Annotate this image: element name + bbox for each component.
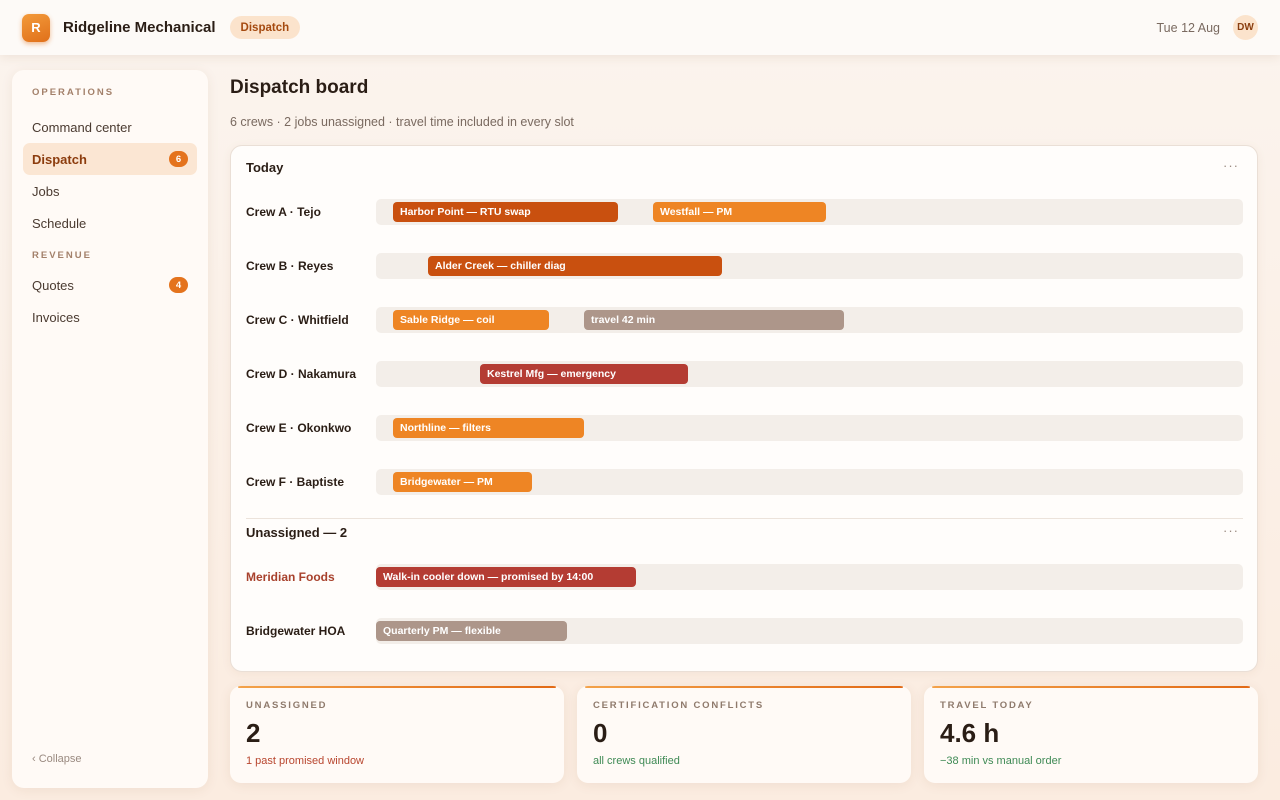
stat-card-unassigned: UNASSIGNED 2 1 past promised window xyxy=(230,686,564,783)
unassigned-row: Bridgewater HOA Quarterly PM — flexible xyxy=(231,618,1259,644)
crew-row: Crew F · Baptiste Bridgewater — PM xyxy=(231,469,1259,495)
crew-row: Crew E · Okonkwo Northline — filters xyxy=(231,415,1259,441)
job-block[interactable]: Alder Creek — chiller diag xyxy=(428,256,722,276)
page-subtitle: 6 crews · 2 jobs unassigned · travel tim… xyxy=(230,115,574,129)
client-name: Meridian Foods xyxy=(246,570,335,584)
stat-label: CERTIFICATION CONFLICTS xyxy=(593,700,765,711)
unassigned-row: Meridian Foods Walk-in cooler down — pro… xyxy=(231,564,1259,590)
stat-label: TRAVEL TODAY xyxy=(940,700,1034,711)
section-divider xyxy=(246,518,1243,519)
sidebar-item-schedule[interactable]: Schedule xyxy=(23,207,197,239)
crew-row: Crew D · Nakamura Kestrel Mfg — emergenc… xyxy=(231,361,1259,387)
user-avatar[interactable]: DW xyxy=(1233,15,1258,40)
sidebar-item-command-center[interactable]: Command center xyxy=(23,111,197,143)
dispatch-board: Today ··· Crew A · Tejo Harbor Point — R… xyxy=(230,145,1258,672)
crew-name: Crew D · Nakamura xyxy=(246,367,357,381)
today-heading: Today xyxy=(246,160,284,175)
top-bar: R Ridgeline Mechanical Dispatch Tue 12 A… xyxy=(0,0,1280,55)
job-block[interactable]: Sable Ridge — coil xyxy=(393,310,549,330)
today-more-icon[interactable]: ··· xyxy=(1223,158,1239,173)
crew-name: Crew E · Okonkwo xyxy=(246,421,352,435)
collapse-sidebar-button[interactable]: ‹ Collapse xyxy=(32,753,82,765)
crew-timeline: Northline — filters xyxy=(376,415,1243,441)
job-block[interactable]: Westfall — PM xyxy=(653,202,826,222)
stat-value: 0 xyxy=(593,718,608,748)
sidebar-section-revenue: REVENUE xyxy=(32,250,92,261)
unassigned-timeline: Walk-in cooler down — promised by 14:00 xyxy=(376,564,1243,590)
crew-name: Crew B · Reyes xyxy=(246,259,334,273)
app-logo[interactable]: R xyxy=(22,13,50,42)
crew-name: Crew C · Whitfield xyxy=(246,313,349,327)
client-name: Bridgewater HOA xyxy=(246,624,346,638)
current-date: Tue 12 Aug xyxy=(1156,20,1220,35)
stat-note: all crews qualified xyxy=(593,755,680,767)
sidebar-item-label: Dispatch xyxy=(32,151,87,167)
top-bar-right: Tue 12 Aug DW xyxy=(1157,15,1258,40)
job-block[interactable]: Quarterly PM — flexible xyxy=(376,621,567,641)
sidebar: OPERATIONS Command center Dispatch 6 Job… xyxy=(12,70,208,788)
app-title: Ridgeline Mechanical xyxy=(63,19,216,36)
crew-name: Crew A · Tejo xyxy=(246,205,321,219)
page-title: Dispatch board xyxy=(230,77,369,98)
sidebar-item-label: Quotes xyxy=(32,277,74,293)
stat-note: −38 min vs manual order xyxy=(940,755,1062,767)
job-block[interactable]: Walk-in cooler down — promised by 14:00 xyxy=(376,567,636,587)
sidebar-item-label: Invoices xyxy=(32,309,80,325)
job-block[interactable]: Bridgewater — PM xyxy=(393,472,532,492)
stat-value: 2 xyxy=(246,718,261,748)
quotes-count-badge: 4 xyxy=(169,277,188,293)
stat-label: UNASSIGNED xyxy=(246,700,328,711)
crew-row: Crew C · Whitfield Sable Ridge — coil tr… xyxy=(231,307,1259,333)
sidebar-item-label: Jobs xyxy=(32,183,60,199)
crew-timeline: Bridgewater — PM xyxy=(376,469,1243,495)
crew-name: Crew F · Baptiste xyxy=(246,475,345,489)
stat-note: 1 past promised window xyxy=(246,755,365,767)
context-pill: Dispatch xyxy=(229,16,301,39)
stat-value: 4.6 h xyxy=(940,718,1000,748)
sidebar-item-label: Schedule xyxy=(32,215,87,231)
sidebar-item-jobs[interactable]: Jobs xyxy=(23,175,197,207)
crew-row: Crew B · Reyes Alder Creek — chiller dia… xyxy=(231,253,1259,279)
sidebar-section-operations: OPERATIONS xyxy=(32,87,115,98)
sidebar-item-invoices[interactable]: Invoices xyxy=(23,301,197,333)
travel-block[interactable]: travel 42 min xyxy=(584,310,844,330)
unassigned-timeline: Quarterly PM — flexible xyxy=(376,618,1243,644)
job-block[interactable]: Harbor Point — RTU swap xyxy=(393,202,618,222)
unassigned-more-icon[interactable]: ··· xyxy=(1223,523,1239,538)
stat-card-travel-today: TRAVEL TODAY 4.6 h −38 min vs manual ord… xyxy=(924,686,1258,783)
crew-timeline: Harbor Point — RTU swap Westfall — PM xyxy=(376,199,1243,225)
sidebar-item-quotes[interactable]: Quotes 4 xyxy=(23,269,197,301)
crew-timeline: Kestrel Mfg — emergency xyxy=(376,361,1243,387)
sidebar-item-dispatch[interactable]: Dispatch 6 xyxy=(23,143,197,175)
dispatch-count-badge: 6 xyxy=(169,151,188,167)
job-block[interactable]: Kestrel Mfg — emergency xyxy=(480,364,688,384)
job-block[interactable]: Northline — filters xyxy=(393,418,584,438)
unassigned-heading: Unassigned — 2 xyxy=(246,525,348,540)
sidebar-item-label: Command center xyxy=(32,119,132,135)
crew-timeline: Sable Ridge — coil travel 42 min xyxy=(376,307,1243,333)
stat-card-certification-conflicts: CERTIFICATION CONFLICTS 0 all crews qual… xyxy=(577,686,911,783)
crew-row: Crew A · Tejo Harbor Point — RTU swap We… xyxy=(231,199,1259,225)
crew-timeline: Alder Creek — chiller diag xyxy=(376,253,1243,279)
